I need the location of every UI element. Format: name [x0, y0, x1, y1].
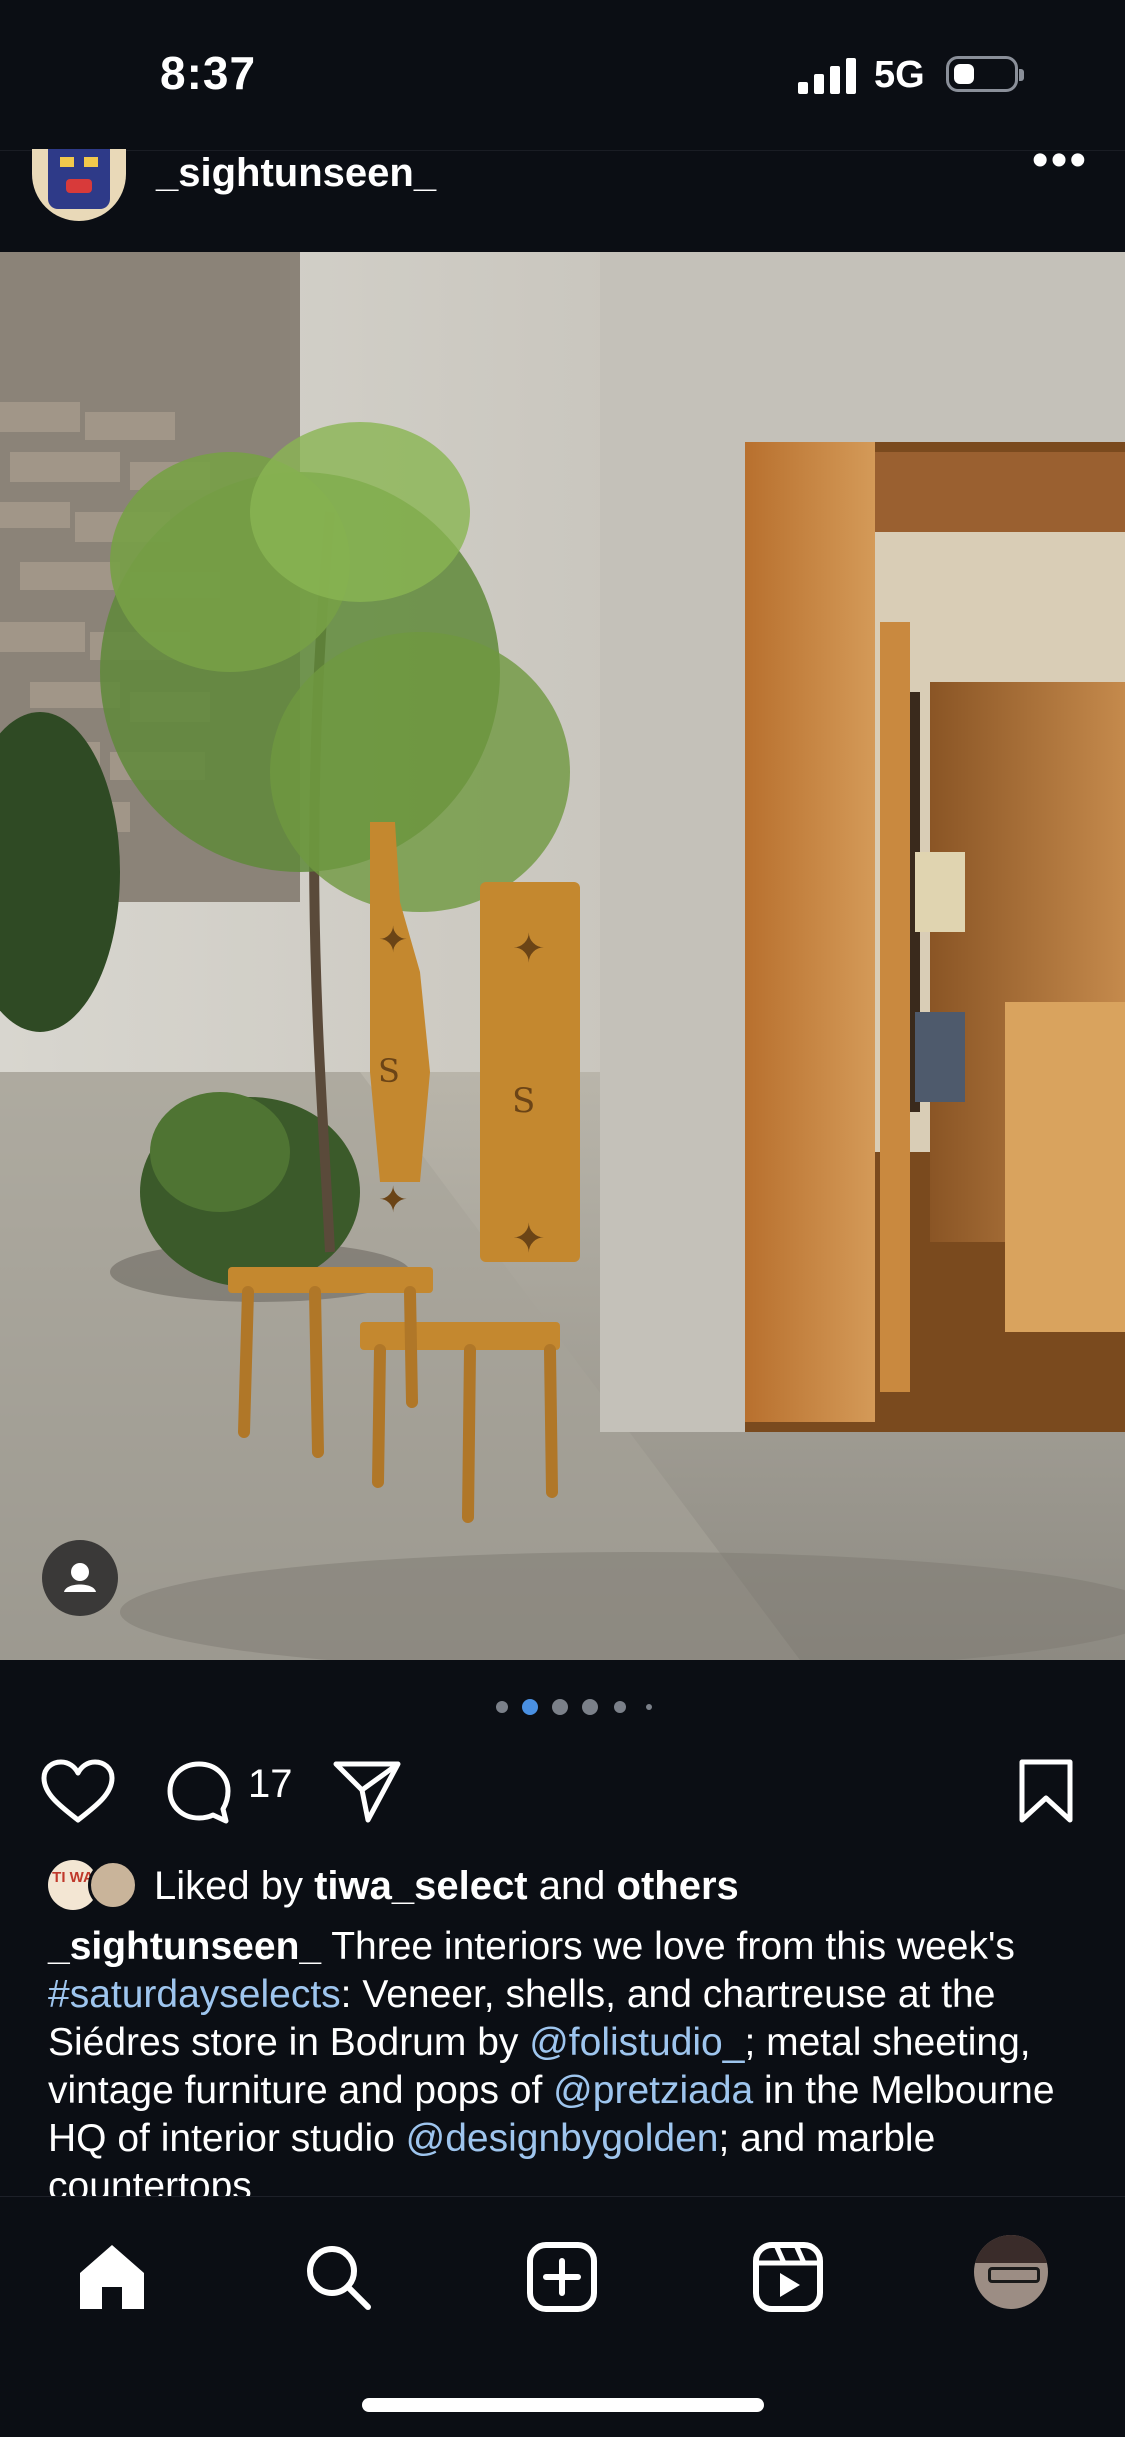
likes-prefix: Liked by: [154, 1864, 315, 1908]
plus-square-icon[interactable]: [522, 2237, 602, 2317]
likes-and: and: [527, 1864, 617, 1908]
status-bar: 8:37 5G: [0, 0, 1125, 150]
reels-icon[interactable]: [748, 2237, 828, 2317]
carousel-dot: [582, 1699, 598, 1715]
status-time: 8:37: [160, 47, 257, 99]
carousel-dot-active: [522, 1699, 538, 1715]
heart-icon[interactable]: [40, 1758, 116, 1829]
svg-text:S: S: [378, 1052, 400, 1090]
post-username[interactable]: _sightunseen_: [156, 151, 436, 196]
likes-others[interactable]: others: [617, 1864, 739, 1908]
comment-count: 17: [248, 1762, 293, 1806]
liker-username[interactable]: tiwa_select: [314, 1864, 527, 1908]
signal-icon: [798, 58, 856, 94]
tag-person-icon[interactable]: [42, 1540, 118, 1616]
mention-link[interactable]: @folistudio_: [529, 2021, 744, 2064]
liker-avatar: [88, 1860, 138, 1910]
carousel-dot: [552, 1699, 568, 1715]
mention-link[interactable]: @pretziada: [553, 2069, 753, 2112]
battery-icon: [946, 56, 1024, 92]
search-icon[interactable]: [298, 2237, 378, 2317]
profile-tab-avatar[interactable]: [974, 2235, 1048, 2309]
home-icon[interactable]: [72, 2237, 152, 2317]
svg-text:✦: ✦: [378, 920, 408, 961]
svg-text:S: S: [512, 1081, 535, 1121]
more-options-button[interactable]: •••: [1030, 137, 1090, 195]
comment-icon[interactable]: [164, 1758, 234, 1833]
svg-text:✦: ✦: [512, 1216, 546, 1262]
bookmark-icon[interactable]: [1016, 1758, 1076, 1829]
share-icon[interactable]: [332, 1758, 402, 1829]
post-header: _sightunseen_ •••: [0, 137, 1125, 253]
caption-username[interactable]: _sightunseen_: [48, 1925, 321, 1968]
post-actions: 17: [0, 1740, 1125, 1840]
carousel-dot: [496, 1701, 508, 1713]
post-caption: _sightunseen_ Three interiors we love fr…: [48, 1923, 1088, 2211]
home-indicator: [362, 2398, 764, 2412]
likes-summary: Liked by tiwa_select and others: [154, 1864, 739, 1909]
likes-row[interactable]: TI WA Liked by tiwa_select and others: [48, 1858, 1108, 1910]
caption-part: Three interiors we love from this week's: [321, 1925, 1015, 1968]
hashtag-link[interactable]: #saturdayselects: [48, 1973, 341, 2016]
svg-text:✦: ✦: [378, 1180, 408, 1221]
post-image[interactable]: ✦ S ✦ S ✦ ✦: [0, 252, 1125, 1660]
svg-text:✦: ✦: [512, 926, 546, 972]
mention-link[interactable]: @designbygolden: [406, 2117, 719, 2160]
carousel-dot: [614, 1701, 626, 1713]
carousel-dot: [646, 1704, 652, 1710]
network-label: 5G: [874, 54, 925, 96]
post-author-avatar[interactable]: [32, 149, 126, 221]
